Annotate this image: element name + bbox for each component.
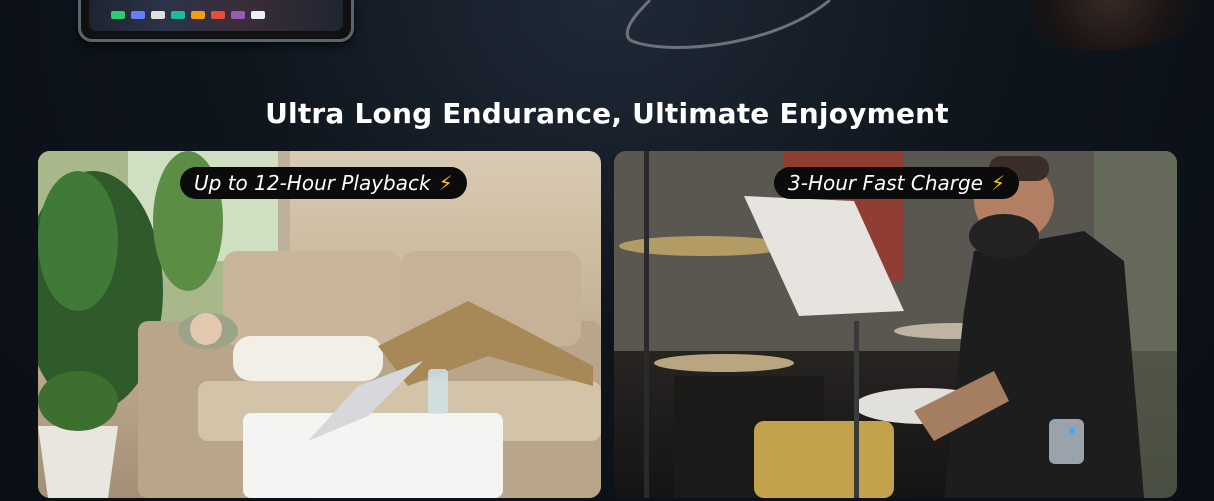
sofa-scene-image	[38, 151, 601, 498]
cable-image	[626, 0, 831, 49]
fast-charge-badge: 3-Hour Fast Charge ⚡	[774, 167, 1020, 199]
fast-charge-card: 3-Hour Fast Charge ⚡	[614, 151, 1177, 498]
playback-label: Up to 12-Hour Playback	[194, 171, 431, 195]
headline: Ultra Long Endurance, Ultimate Enjoyment	[265, 96, 949, 130]
fast-charge-label: 3-Hour Fast Charge	[788, 171, 983, 195]
top-product-strip	[0, 0, 1214, 75]
phone-app-icons	[111, 11, 265, 19]
drummer-scene-image	[614, 151, 1177, 498]
headphones-image	[1000, 0, 1200, 50]
lightning-bolt-icon: ⚡	[990, 171, 1006, 195]
lightning-bolt-icon: ⚡	[438, 171, 453, 195]
playback-badge: Up to 12-Hour Playback ⚡	[180, 167, 467, 199]
playback-card: Up to 12-Hour Playback ⚡	[38, 151, 601, 498]
smartphone-image	[78, 0, 354, 42]
